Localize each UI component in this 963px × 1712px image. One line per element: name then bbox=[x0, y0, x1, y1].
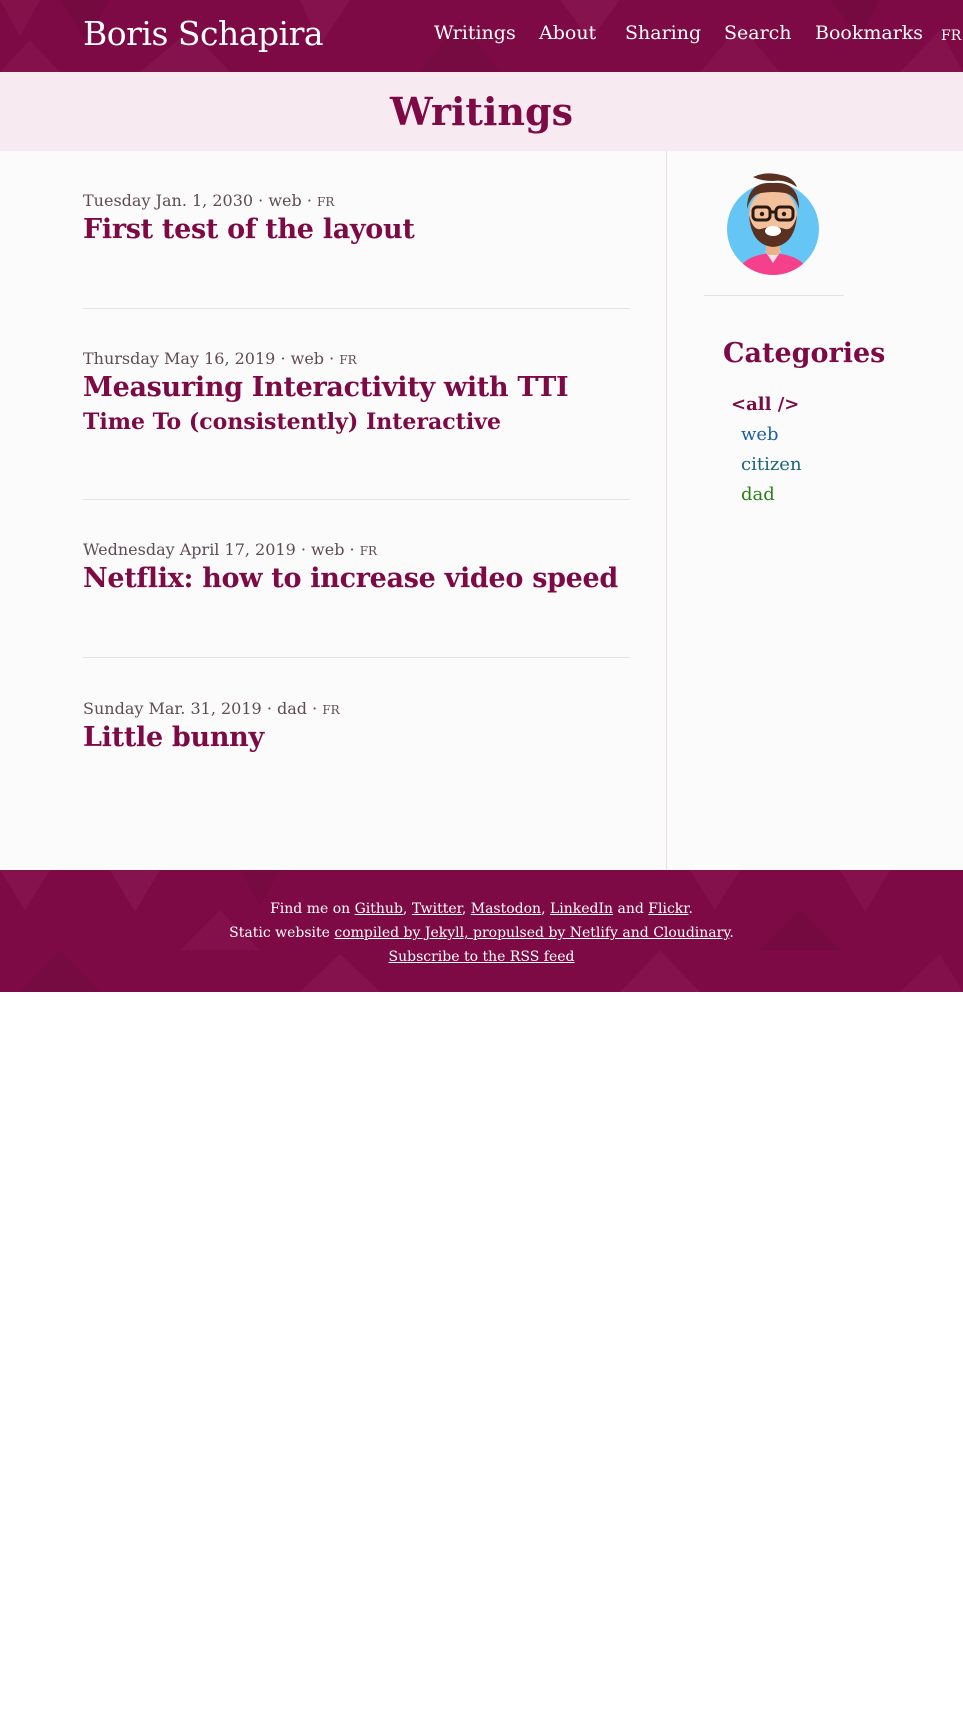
footer-rss-link[interactable]: Subscribe to the RSS feed bbox=[389, 949, 575, 965]
meta-separator: · bbox=[312, 699, 318, 718]
nav-sharing[interactable]: Sharing bbox=[625, 22, 701, 44]
post-meta: Tuesday Jan. 1, 2030 · web · FR bbox=[83, 191, 630, 210]
post-item: Wednesday April 17, 2019 · web · FR Netf… bbox=[83, 540, 630, 594]
footer-text: Find me on Github, Twitter, Mastodon, Li… bbox=[0, 897, 963, 969]
meta-separator: · bbox=[329, 349, 335, 368]
footer-mastodon-link[interactable]: Mastodon bbox=[471, 901, 541, 917]
post-meta: Thursday May 16, 2019 · web · FR bbox=[83, 349, 630, 368]
footer-build-info-link[interactable]: compiled by Jekyll, propulsed by Netlify… bbox=[334, 925, 729, 941]
categories-heading: Categories bbox=[723, 338, 886, 369]
meta-separator: · bbox=[280, 349, 286, 368]
page-title: Writings bbox=[389, 89, 573, 134]
post-category-link[interactable]: dad bbox=[277, 699, 307, 718]
category-web-link[interactable]: web bbox=[741, 424, 779, 445]
nav-about[interactable]: About bbox=[539, 22, 596, 44]
nav-search[interactable]: Search bbox=[724, 22, 792, 44]
post-item: Sunday Mar. 31, 2019 · dad · FR Little b… bbox=[83, 699, 630, 753]
avatar[interactable] bbox=[725, 171, 821, 279]
site-footer: Find me on Github, Twitter, Mastodon, Li… bbox=[0, 870, 963, 992]
post-title-link[interactable]: Measuring Interactivity with TTI bbox=[83, 372, 630, 403]
meta-separator: · bbox=[349, 540, 355, 559]
list-item: dad bbox=[731, 484, 802, 514]
post-divider bbox=[83, 308, 630, 309]
post-category-link[interactable]: web bbox=[311, 540, 344, 559]
post-date: Wednesday April 17, 2019 bbox=[83, 540, 296, 559]
meta-separator: · bbox=[258, 191, 264, 210]
list-item: citizen bbox=[731, 454, 802, 484]
footer-linkedin-link[interactable]: LinkedIn bbox=[550, 901, 613, 917]
post-title-link[interactable]: Netflix: how to increase video speed bbox=[83, 563, 630, 594]
footer-twitter-link[interactable]: Twitter bbox=[412, 901, 462, 917]
category-all-link[interactable]: <all /> bbox=[731, 394, 799, 415]
footer-static-text: Static website bbox=[229, 925, 330, 941]
post-item: Tuesday Jan. 1, 2030 · web · FR First te… bbox=[83, 191, 630, 245]
post-category-link[interactable]: web bbox=[291, 349, 324, 368]
categories-list: <all /> web citizen dad bbox=[731, 394, 802, 514]
post-date: Sunday Mar. 31, 2019 bbox=[83, 699, 262, 718]
post-divider bbox=[83, 499, 630, 500]
nav-writings[interactable]: Writings bbox=[434, 22, 516, 44]
post-language-link[interactable]: FR bbox=[317, 195, 334, 209]
footer-static-line: Static website compiled by Jekyll, propu… bbox=[229, 925, 734, 941]
meta-separator: · bbox=[300, 540, 306, 559]
post-title-link[interactable]: First test of the layout bbox=[83, 214, 630, 245]
main-content: Tuesday Jan. 1, 2030 · web · FR First te… bbox=[0, 151, 963, 870]
post-language-link[interactable]: FR bbox=[322, 703, 339, 717]
post-meta: Sunday Mar. 31, 2019 · dad · FR bbox=[83, 699, 630, 718]
post-date: Tuesday Jan. 1, 2030 bbox=[83, 191, 254, 210]
footer-social-line: Find me on Github, Twitter, Mastodon, Li… bbox=[270, 901, 693, 917]
post-divider bbox=[83, 657, 630, 658]
post-item: Thursday May 16, 2019 · web · FR Measuri… bbox=[83, 349, 630, 435]
meta-separator: · bbox=[266, 699, 272, 718]
sidebar-separator bbox=[704, 295, 844, 296]
post-meta: Wednesday April 17, 2019 · web · FR bbox=[83, 540, 630, 559]
footer-github-link[interactable]: Github bbox=[355, 901, 403, 917]
list-item: web bbox=[731, 424, 802, 454]
page-title-band: Writings bbox=[0, 72, 963, 151]
footer-find-me-text: Find me on bbox=[270, 901, 351, 917]
post-category-link[interactable]: web bbox=[268, 191, 301, 210]
category-citizen-link[interactable]: citizen bbox=[741, 454, 802, 475]
post-subtitle: Time To (consistently) Interactive bbox=[83, 409, 501, 435]
post-language-link[interactable]: FR bbox=[339, 353, 356, 367]
nav-bookmarks[interactable]: Bookmarks bbox=[815, 22, 923, 44]
category-dad-link[interactable]: dad bbox=[741, 484, 775, 505]
post-language-link[interactable]: FR bbox=[360, 544, 377, 558]
site-header: Boris Schapira Writings About Sharing Se… bbox=[0, 0, 963, 72]
sidebar-divider bbox=[666, 151, 667, 870]
bearded-man-avatar-icon bbox=[727, 173, 819, 275]
meta-separator: · bbox=[306, 191, 312, 210]
post-date: Thursday May 16, 2019 bbox=[83, 349, 276, 368]
footer-rss-line: Subscribe to the RSS feed bbox=[0, 945, 963, 969]
nav-language-switch[interactable]: FR bbox=[941, 28, 961, 44]
footer-flickr-link[interactable]: Flickr bbox=[648, 901, 688, 917]
main-nav: Writings About Sharing Search Bookmarks … bbox=[0, 22, 963, 52]
post-title-link[interactable]: Little bunny bbox=[83, 722, 630, 753]
footer-and-text: and bbox=[617, 901, 644, 917]
list-item: <all /> bbox=[731, 394, 802, 424]
